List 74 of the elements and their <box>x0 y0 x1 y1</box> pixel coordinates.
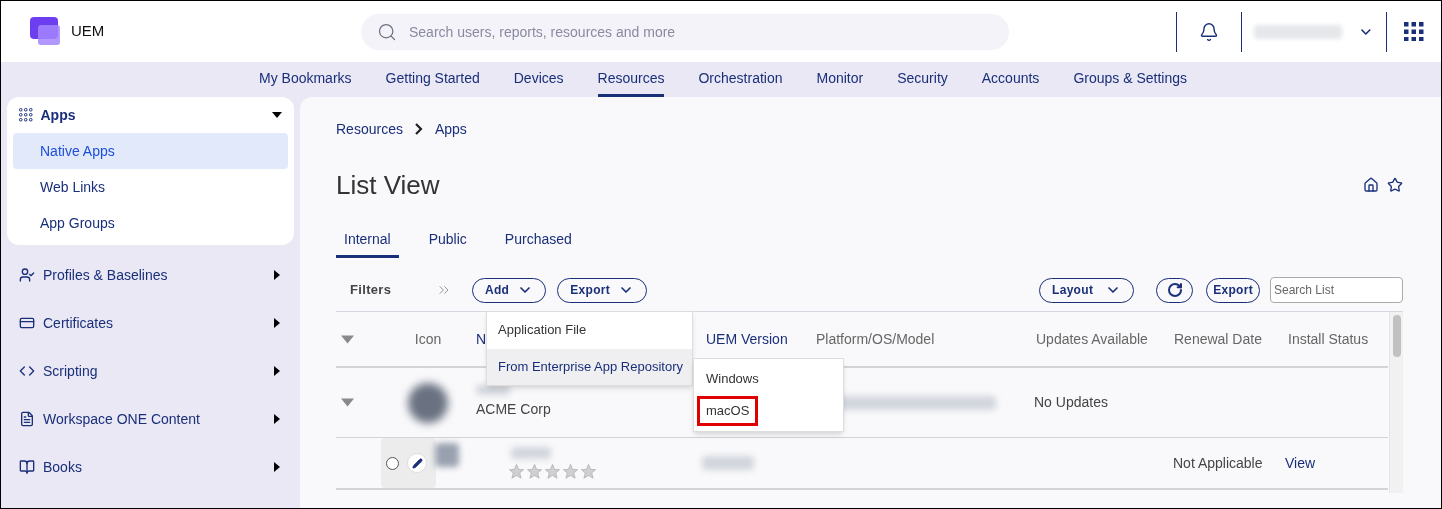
document-icon <box>19 411 35 427</box>
menu-item[interactable]: macOS <box>697 396 759 426</box>
search-icon <box>377 21 397 42</box>
app-name: UEM <box>71 21 105 42</box>
menu-item[interactable]: From Enterprise App Repository <box>487 349 692 385</box>
chevron-right-icon <box>414 123 423 135</box>
sidebar-group-label[interactable]: Scripting <box>43 360 264 382</box>
column-header: Renewal Date <box>1173 329 1263 349</box>
nav-tab[interactable]: Orchestration <box>698 62 783 97</box>
column-header: Icon <box>413 329 443 349</box>
rating-star[interactable] <box>562 462 579 480</box>
radio-button[interactable] <box>386 456 399 470</box>
rating-star[interactable] <box>508 462 525 480</box>
tab[interactable]: Purchased <box>496 223 580 258</box>
rating-star[interactable] <box>526 462 543 480</box>
column-header: Updates Available <box>1035 329 1149 349</box>
redacted-text <box>702 456 754 470</box>
caret-right-icon <box>272 462 282 472</box>
user-icon <box>19 267 35 283</box>
breadcrumb-link[interactable]: Resources <box>336 118 403 140</box>
caret-down-icon <box>341 396 354 409</box>
sidebar-item[interactable]: Native Apps <box>13 133 288 169</box>
book-icon <box>19 459 35 475</box>
publisher-text: ACME Corp <box>476 400 552 419</box>
caret-right-icon <box>272 414 282 424</box>
home-icon[interactable] <box>1363 177 1379 193</box>
column-header: Install Status <box>1287 329 1370 349</box>
tab[interactable]: Internal <box>336 223 399 258</box>
page-title: List View <box>336 168 441 202</box>
menu-item[interactable]: Windows <box>697 364 768 394</box>
caret-right-icon <box>272 318 282 328</box>
nav-tab[interactable]: Security <box>897 62 948 97</box>
menu-item[interactable]: Application File <box>487 312 692 348</box>
blurred-app-icon <box>435 442 459 467</box>
column-header[interactable]: UEM Version <box>698 328 808 350</box>
sidebar-item[interactable]: App Groups <box>13 205 288 241</box>
sidebar-group-label[interactable]: Apps <box>40 104 264 126</box>
table-cell-text: No Updates <box>1033 393 1109 412</box>
nav-tab[interactable]: Accounts <box>981 62 1040 97</box>
sidebar-group-label[interactable]: Certificates <box>43 312 264 334</box>
pencil-icon <box>411 457 423 469</box>
nav-tab[interactable]: Devices <box>513 62 564 97</box>
table-cell-text: Not Applicable <box>1172 453 1264 473</box>
search-field[interactable]: Search users, reports, resources and more <box>361 13 1009 50</box>
certificate-icon <box>19 315 35 331</box>
bell-icon <box>1199 21 1219 42</box>
grid-menu-icon <box>1404 21 1424 42</box>
tab[interactable]: Public <box>420 223 475 258</box>
sidebar-group-label[interactable]: Books <box>43 456 264 478</box>
sidebar-item[interactable]: Web Links <box>13 169 288 205</box>
refresh-icon <box>1166 282 1183 298</box>
nav-tab[interactable]: Groups & Settings <box>1073 62 1187 97</box>
rating-star[interactable] <box>544 462 561 480</box>
rating-star[interactable] <box>580 462 597 480</box>
star-icon[interactable] <box>1387 177 1403 193</box>
breadcrumb-link[interactable]: Apps <box>434 118 467 140</box>
redacted-text <box>511 446 551 459</box>
search-list-field[interactable]: Search List <box>1270 277 1403 303</box>
blurred-app-icon <box>408 382 448 423</box>
scrollbar[interactable] <box>1389 312 1403 493</box>
caret-right-icon <box>272 366 282 376</box>
nav-tab[interactable]: Monitor <box>816 62 864 97</box>
sidebar-group-label[interactable]: Profiles & Baselines <box>43 264 264 286</box>
code-icon <box>19 363 35 379</box>
filters-label: Filters <box>350 281 393 300</box>
caret-right-icon <box>272 270 282 280</box>
sidebar-group-label[interactable]: Workspace ONE Content <box>43 408 264 430</box>
apps-grid-icon <box>19 108 33 122</box>
nav-tab[interactable]: Getting Started <box>385 62 480 97</box>
caret-down-icon <box>272 110 282 120</box>
column-header: Platform/OS/Model <box>815 329 936 349</box>
nav-tab[interactable]: My Bookmarks <box>259 62 352 97</box>
edit-button[interactable] <box>407 453 427 473</box>
view-link[interactable]: View <box>1280 452 1388 474</box>
